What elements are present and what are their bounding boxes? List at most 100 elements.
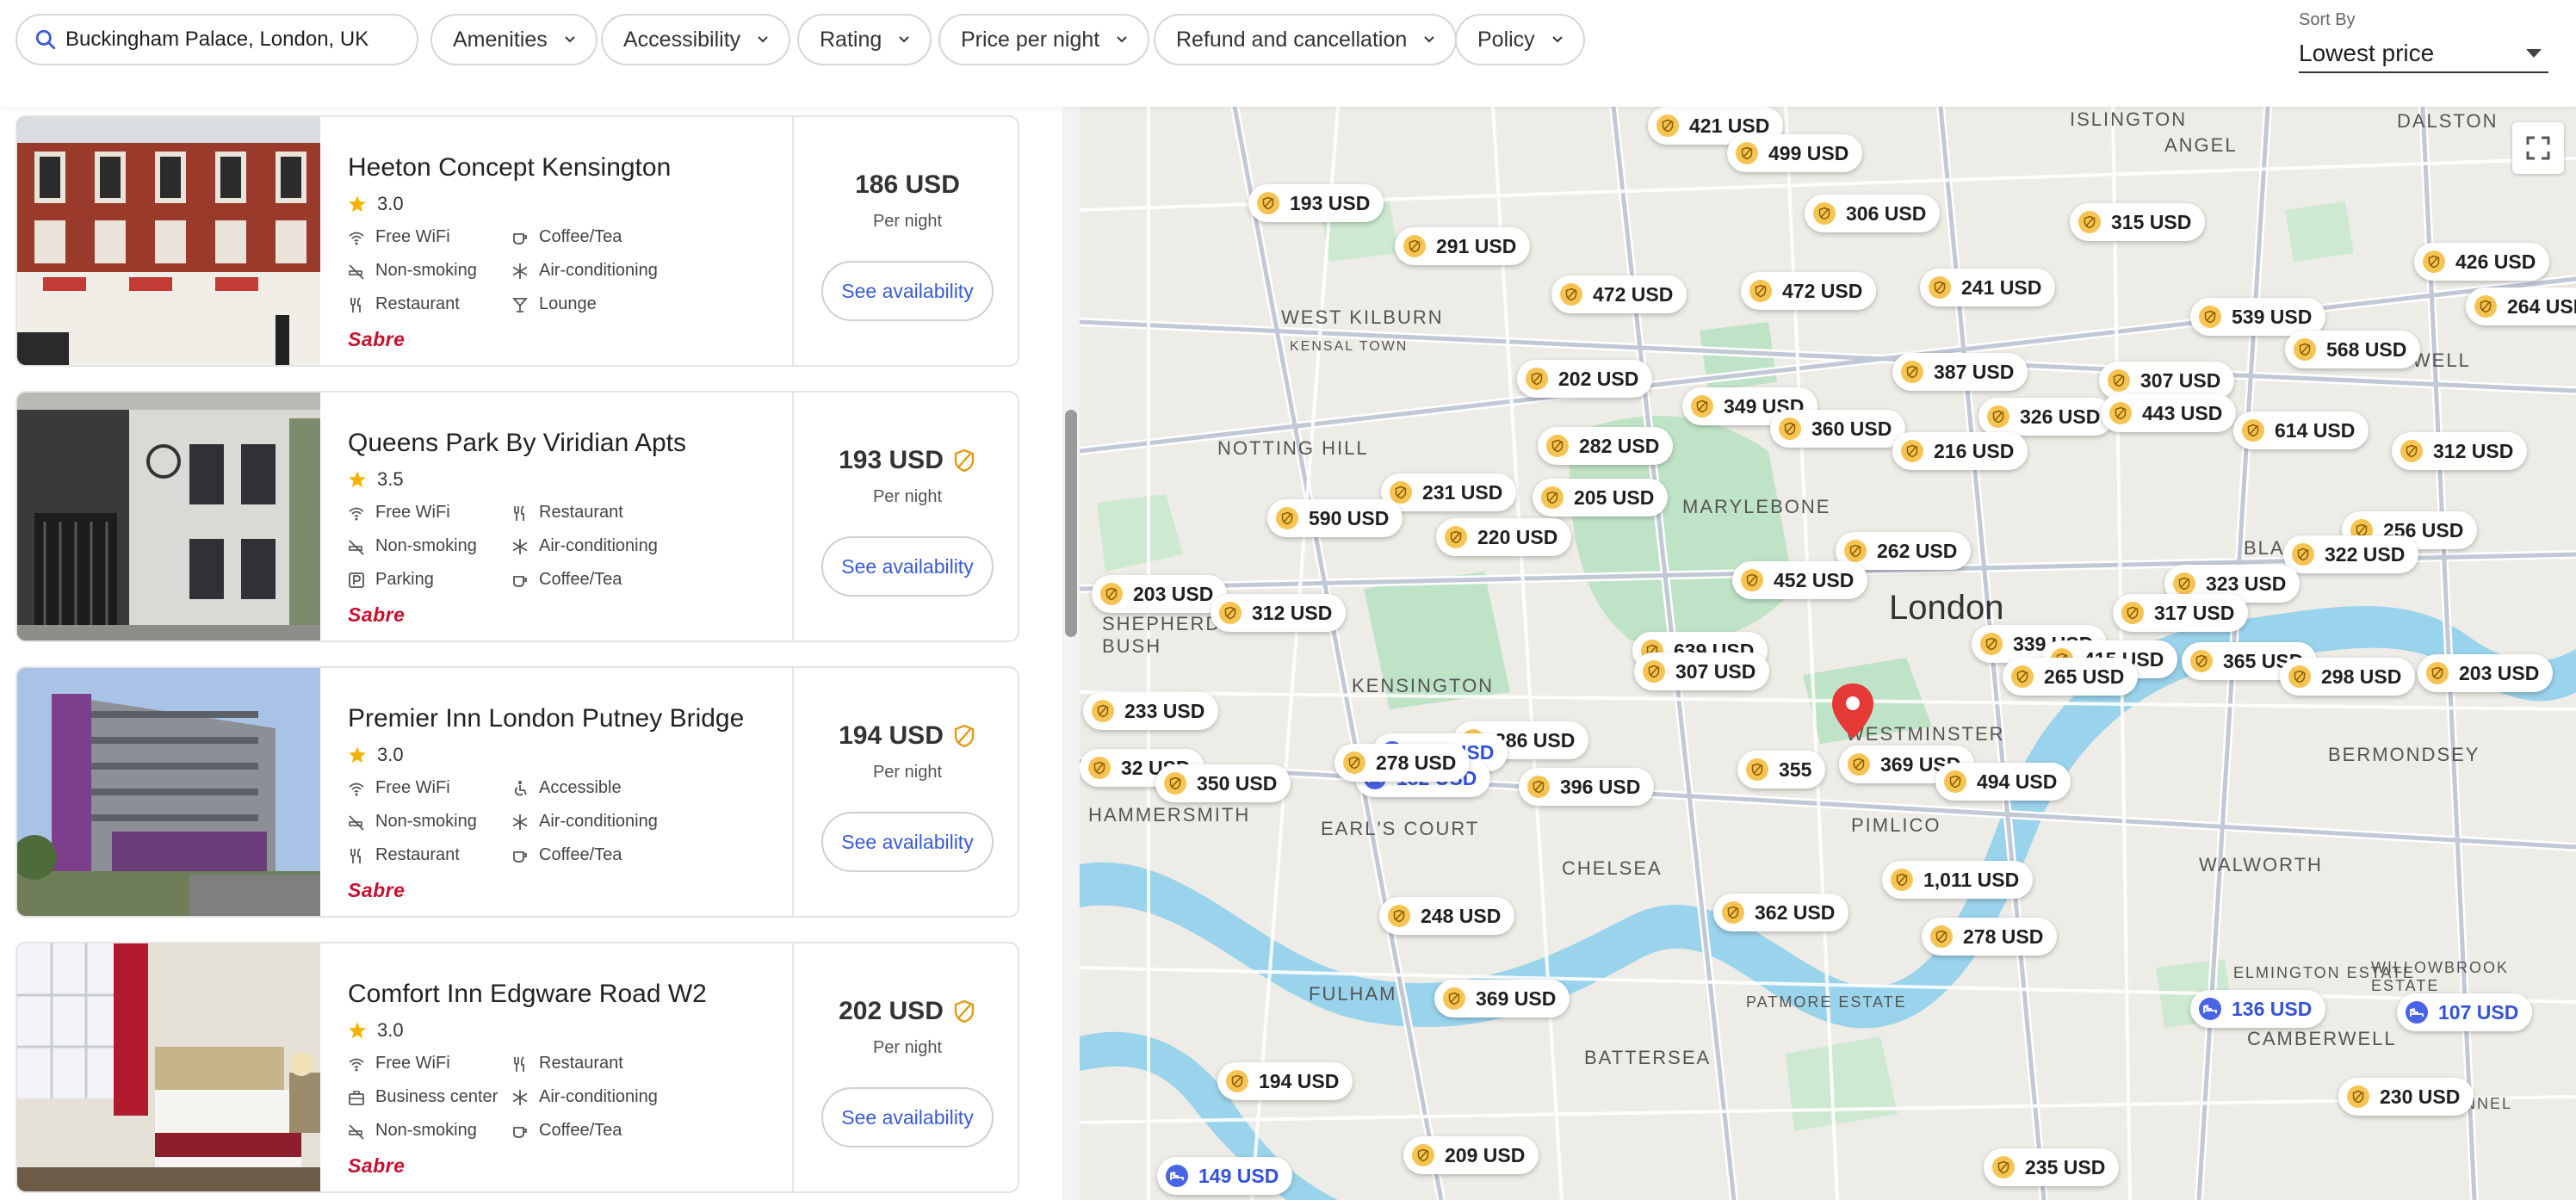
see-availability-button[interactable]: See availability [821,261,994,321]
price-pin[interactable]: 278 USD [1922,918,2058,956]
price-pin[interactable]: 369 USD [1434,980,1570,1018]
price-box: 186 USD Per night See availability [794,117,1018,365]
price-pin[interactable]: 312 USD [1211,594,1347,632]
price-pin[interactable]: 203 USD [2418,654,2554,692]
hotel-name[interactable]: Comfort Inn Edgware Road W2 [348,980,796,1009]
non-refundable-icon [1848,753,1870,776]
map-label: NOTTING HILL [1217,437,1369,459]
price-line: 194 USD [794,721,1018,751]
price-pin[interactable]: 443 USD [2101,394,2237,432]
see-availability-button[interactable]: See availability [821,536,994,597]
wifi-icon [349,507,364,520]
price-pin[interactable]: 241 USD [1920,269,2056,306]
amenity-label: Non-smoking [375,261,477,280]
price-pin[interactable]: 264 USD [2466,288,2576,325]
price-pin[interactable]: 362 USD [1713,894,1849,931]
price-pin[interactable]: 396 USD [1519,768,1655,806]
list-scrollbar[interactable] [1062,107,1080,1200]
price-pin[interactable]: 322 USD [2283,535,2419,573]
hotel-photo[interactable] [17,668,320,918]
bed-icon [2406,1001,2428,1024]
price-pin[interactable]: 426 USD [2414,243,2550,281]
price-pin[interactable]: 149 USD [1157,1157,1293,1195]
hotel-card[interactable]: Comfort Inn Edgware Road W2 3.0 Free WiF… [15,942,1019,1193]
hotel-name[interactable]: Queens Park By Viridian Apts [348,429,796,458]
provider-logo: Sabre [348,1154,406,1177]
price-pin[interactable]: 235 USD [1984,1148,2120,1186]
price-pin[interactable]: 387 USD [1892,353,2028,391]
hotel-name[interactable]: Premier Inn London Putney Bridge [348,704,796,733]
search-box[interactable] [15,14,418,65]
price-pin[interactable]: 265 USD [2003,658,2139,696]
price-pin[interactable]: 136 USD [2190,990,2326,1028]
price-pin[interactable]: 209 USD [1403,1136,1539,1174]
price-pin[interactable]: 350 USD [1155,764,1291,802]
price-pin[interactable]: 472 USD [1551,275,1687,313]
filter-rating[interactable]: Rating [797,14,932,65]
price-pin[interactable]: 590 USD [1267,499,1403,537]
filter-refund-cancellation[interactable]: Refund and cancellation [1154,14,1458,65]
hotel-photo[interactable] [17,393,320,642]
search-input[interactable] [65,28,410,52]
chevron-down-icon [1117,36,1127,43]
hotel-photo[interactable] [17,943,320,1193]
pin-price: 362 USD [1755,900,1836,924]
price-pin[interactable]: 312 USD [2392,432,2528,470]
list-scrollbar-thumb[interactable] [1065,410,1077,637]
price-pin[interactable]: 360 USD [1770,410,1906,448]
non-refundable-icon [1891,869,1913,891]
price-pin[interactable]: 230 USD [2338,1078,2474,1116]
see-availability-button[interactable]: See availability [821,1087,994,1147]
price-pin[interactable]: 248 USD [1379,897,1515,935]
filter-amenities[interactable]: Amenities [430,14,598,65]
hotel-card[interactable]: Heeton Concept Kensington 3.0 Free WiFi … [15,115,1019,367]
price-pin[interactable]: 194 USD [1217,1062,1353,1100]
pin-price: 614 USD [2275,418,2356,442]
price-pin[interactable]: 317 USD [2113,594,2249,632]
price-pin[interactable]: 307 USD [1634,653,1770,690]
price-pin[interactable]: 202 USD [1517,360,1653,398]
price-pin[interactable]: 107 USD [2397,993,2533,1031]
price-pin[interactable]: 472 USD [1741,272,1877,310]
fullscreen-icon [2526,136,2550,160]
fullscreen-button[interactable] [2512,122,2564,174]
price-pin[interactable]: 203 USD [1092,575,1228,613]
price-pin[interactable]: 233 USD [1083,692,1219,730]
price-pin[interactable]: 282 USD [1538,427,1674,465]
pin-price: 282 USD [1579,434,1660,457]
hotel-card[interactable]: Queens Park By Viridian Apts 3.5 Free Wi… [15,391,1019,642]
filter-policy[interactable]: Policy [1455,14,1585,65]
price-pin[interactable]: 306 USD [1805,195,1941,232]
pin-price: 369 USD [1476,987,1557,1010]
price-pin[interactable]: 298 USD [2280,658,2416,696]
price-pin[interactable]: 231 USD [1381,473,1517,511]
price-pin[interactable]: 568 USD [2285,331,2421,368]
filter-price-per-night[interactable]: Price per night [938,14,1150,65]
filter-accessibility[interactable]: Accessibility [601,14,791,65]
price-pin[interactable]: 220 USD [1436,518,1572,556]
restaurant-icon [514,1055,524,1072]
price-pin[interactable]: 355 [1737,751,1826,789]
hotel-name[interactable]: Heeton Concept Kensington [348,153,796,182]
price-pin[interactable]: 216 USD [1892,432,2028,470]
price-pin[interactable]: 193 USD [1248,184,1384,222]
hotel-photo[interactable] [17,117,320,367]
price-pin[interactable]: 205 USD [1533,479,1669,516]
price-pin[interactable]: 452 USD [1732,561,1868,599]
amenity-label: Business center [375,1087,498,1106]
cocktail-icon [512,297,528,312]
price-pin[interactable]: 499 USD [1727,134,1863,172]
price-pin[interactable]: 1,011 USD [1882,861,2034,899]
snowflake-icon [512,263,528,279]
price-pin[interactable]: 326 USD [1978,398,2115,436]
star-icon [349,471,366,488]
price-pin[interactable]: 315 USD [2070,203,2206,241]
price-pin[interactable]: 614 USD [2233,411,2369,449]
price-pin[interactable]: 278 USD [1334,744,1471,782]
hotel-card[interactable]: Premier Inn London Putney Bridge 3.0 Fre… [15,666,1019,918]
see-availability-button[interactable]: See availability [821,812,994,872]
sort-select[interactable]: Lowest price [2299,35,2548,73]
price-pin[interactable]: 494 USD [1935,763,2071,801]
price-pin[interactable]: 291 USD [1395,227,1531,265]
map[interactable]: DALSTON ANGEL ISLINGTON WEST KILBURN KEN… [1080,107,2576,1200]
